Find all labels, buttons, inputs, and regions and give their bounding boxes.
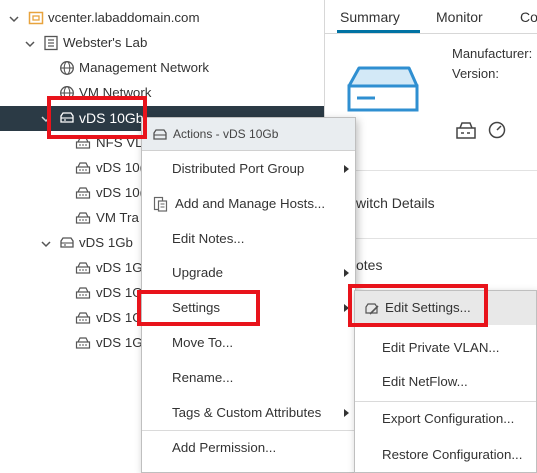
menu-item-edit-notes[interactable]: Edit Notes... — [142, 222, 355, 256]
distributed-switch-icon — [153, 129, 167, 140]
portgroup-icon — [75, 287, 91, 299]
menu-item-rename[interactable]: Rename... — [142, 361, 355, 395]
portgroup-icon — [75, 162, 91, 174]
menu-item-add-permission[interactable]: Add Permission... — [142, 431, 355, 465]
manufacturer-label: Manufacturer: — [452, 46, 533, 61]
submenu-arrow-icon — [344, 409, 349, 417]
menu-item-upgrade[interactable]: Upgrade — [142, 256, 355, 290]
settings-submenu: Edit Settings... Edit Private VLAN... Ed… — [354, 290, 537, 473]
vcenter-icon — [28, 11, 44, 25]
performance-gauge-icon[interactable] — [487, 121, 507, 139]
tabs-divider — [325, 33, 537, 34]
menu-item-restore-configuration[interactable]: Restore Configuration... — [355, 438, 536, 472]
datacenter-icon — [44, 35, 58, 51]
portgroup-icon — [75, 187, 91, 199]
menu-item-label: Distributed Port Group — [172, 161, 305, 176]
portgroup-icon — [75, 312, 91, 324]
section-divider — [325, 170, 537, 171]
menu-item-move-to[interactable]: Move To... — [142, 326, 355, 360]
section-divider — [325, 238, 537, 239]
menu-item-settings[interactable]: Settings — [142, 291, 355, 325]
menu-item-label: Restore Configuration... — [382, 447, 523, 462]
menu-item-edit-private-vlan[interactable]: Edit Private VLAN... — [355, 331, 536, 365]
tree-item-label: Webster's Lab — [63, 35, 148, 50]
submenu-arrow-icon — [344, 304, 349, 312]
context-menu-header: Actions - vDS 10Gb — [142, 118, 355, 151]
menu-item-export-configuration[interactable]: Export Configuration... — [355, 402, 536, 436]
menu-item-label: Edit NetFlow... — [382, 374, 468, 389]
tree-item-network[interactable]: Management Network — [0, 56, 324, 81]
menu-item-label: Settings — [172, 300, 221, 315]
switch-details-heading[interactable]: witch Details — [356, 195, 435, 211]
menu-item-label: Edit Private VLAN... — [382, 340, 500, 355]
host-network-icon[interactable] — [455, 120, 477, 140]
chevron-down-icon[interactable] — [40, 238, 52, 250]
notes-heading[interactable]: otes — [356, 257, 382, 273]
menu-item-label: Rename... — [172, 370, 234, 385]
distributed-switch-icon — [60, 112, 74, 123]
tree-item-label: Management Network — [79, 60, 210, 75]
actions-context-menu: Actions - vDS 10Gb Distributed Port Grou… — [141, 117, 356, 473]
tree-item-vcenter[interactable]: vcenter.labaddomain.com — [0, 6, 324, 31]
distributed-switch-large-icon — [347, 66, 419, 112]
tab-monitor[interactable]: Monitor — [436, 9, 483, 25]
distributed-switch-icon — [60, 237, 74, 248]
menu-item-add-manage-hosts[interactable]: Add and Manage Hosts... — [142, 187, 355, 221]
menu-item-edit-settings[interactable]: Edit Settings... — [355, 291, 536, 325]
network-icon — [60, 86, 74, 100]
menu-item-label: Add Permission... — [172, 440, 277, 455]
tree-item-label: vDS 1G — [96, 285, 143, 300]
menu-item-label: Add and Manage Hosts... — [175, 196, 326, 211]
context-menu-title: Actions - vDS 10Gb — [173, 127, 279, 141]
chevron-down-icon[interactable] — [40, 113, 52, 125]
tree-item-label: vDS 1G — [96, 335, 143, 350]
tree-item-network[interactable]: VM Network — [0, 81, 324, 106]
portgroup-icon — [75, 137, 91, 149]
menu-item-label: Move To... — [172, 335, 234, 350]
menu-item-edit-netflow[interactable]: Edit NetFlow... — [355, 365, 536, 399]
menu-item-tags-custom-attributes[interactable]: Tags & Custom Attributes — [142, 396, 355, 430]
tree-item-label: vDS 10Gb — [79, 110, 144, 126]
network-icon — [60, 61, 74, 75]
tree-item-label: vDS 10( — [96, 160, 145, 175]
portgroup-icon — [75, 212, 91, 224]
tree-item-label: NFS VL — [96, 135, 143, 150]
tree-item-label: vcenter.labaddomain.com — [48, 10, 200, 25]
menu-item-label: Tags & Custom Attributes — [172, 405, 322, 420]
tree-item-label: vDS 10( — [96, 185, 145, 200]
tab-configure[interactable]: Co — [520, 9, 537, 25]
edit-settings-icon — [365, 303, 379, 315]
menu-item-label: Export Configuration... — [382, 411, 515, 426]
portgroup-icon — [75, 337, 91, 349]
tree-item-label: vDS 1G — [96, 310, 143, 325]
menu-item-distributed-port-group[interactable]: Distributed Port Group — [142, 152, 355, 186]
tab-summary[interactable]: Summary — [340, 9, 400, 25]
submenu-arrow-icon — [344, 165, 349, 173]
submenu-arrow-icon — [344, 269, 349, 277]
menu-item-label: Edit Notes... — [172, 231, 245, 246]
tree-item-label: VM Network — [79, 85, 152, 100]
version-label: Version: — [452, 66, 499, 81]
tree-item-label: VM Tra — [96, 210, 139, 225]
chevron-down-icon[interactable] — [24, 38, 36, 50]
menu-item-label: Upgrade — [172, 265, 224, 280]
menu-item-label: Edit Settings... — [385, 300, 471, 315]
add-hosts-icon — [153, 196, 168, 212]
tree-item-label: vDS 1G — [96, 260, 143, 275]
tree-item-label: vDS 1Gb — [79, 235, 133, 250]
chevron-down-icon[interactable] — [8, 13, 20, 25]
tree-item-datacenter[interactable]: Webster's Lab — [0, 31, 324, 56]
portgroup-icon — [75, 262, 91, 274]
